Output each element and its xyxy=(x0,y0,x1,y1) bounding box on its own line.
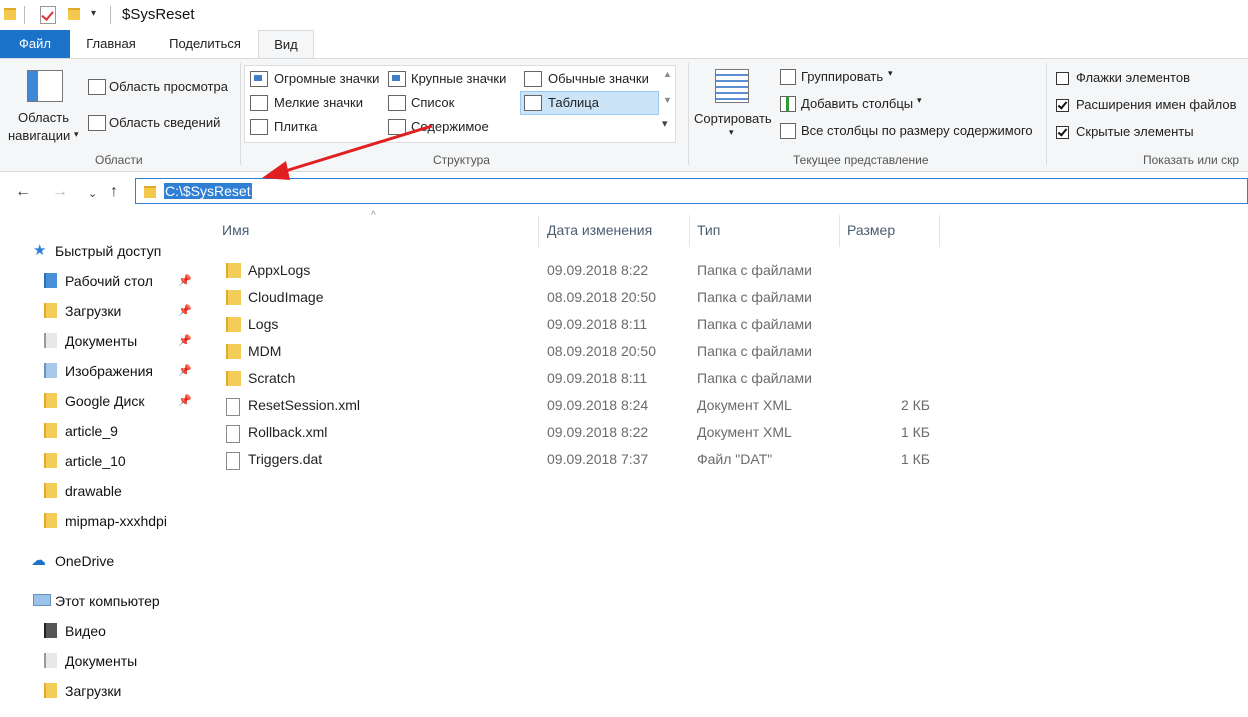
annotation-arrow xyxy=(262,124,433,180)
annotation-arrow-head xyxy=(262,161,290,180)
annotation-arrow-line xyxy=(281,124,433,174)
